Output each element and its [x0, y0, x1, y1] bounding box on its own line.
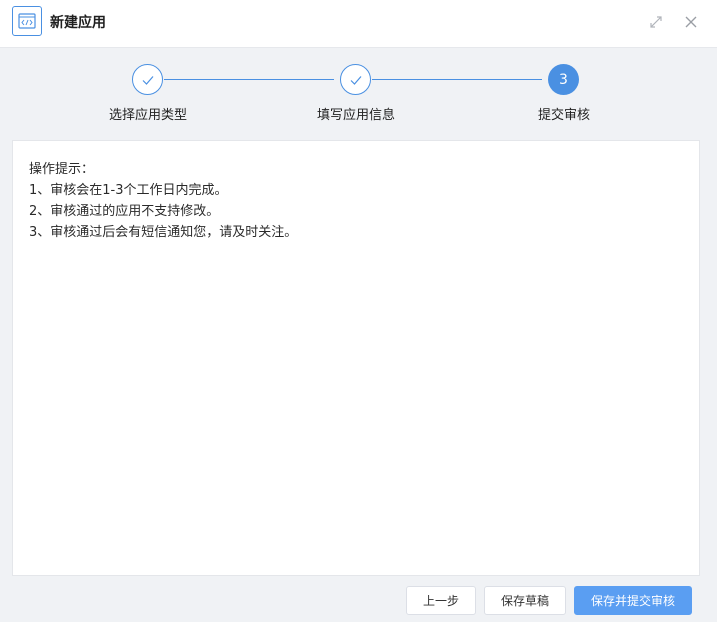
dialog-footer: 上一步 保存草稿 保存并提交审核	[0, 576, 717, 622]
step-2-check-icon	[340, 64, 371, 95]
dialog-title: 新建应用	[50, 15, 106, 31]
close-icon	[685, 16, 697, 28]
save-draft-button[interactable]: 保存草稿	[484, 586, 566, 615]
tip-line: 2、审核通过的应用不支持修改。	[29, 204, 220, 219]
tip-line: 3、审核通过后会有短信通知您，请及时关注。	[29, 225, 298, 240]
expand-icon	[650, 16, 662, 28]
close-button[interactable]	[681, 12, 701, 32]
code-icon	[12, 6, 42, 36]
step-3-label: 提交审核	[537, 108, 591, 123]
step-3-number: 3	[548, 64, 579, 95]
prev-step-button[interactable]: 上一步	[406, 586, 476, 615]
step-1-label: 选择应用类型	[108, 108, 188, 123]
step-progress: 选择应用类型 填写应用信息 3 提交审核	[0, 48, 717, 140]
step-2-label: 填写应用信息	[316, 108, 396, 123]
maximize-button[interactable]	[646, 12, 666, 32]
step-connector	[164, 79, 334, 80]
step-connector	[372, 79, 542, 80]
step-1-check-icon	[132, 64, 163, 95]
tips-heading: 操作提示：	[29, 162, 95, 177]
dialog-header: 新建应用	[0, 0, 717, 48]
tips-panel: 操作提示： 1、审核会在1-3个工作日内完成。 2、审核通过的应用不支持修改。 …	[12, 140, 700, 576]
save-and-submit-button[interactable]: 保存并提交审核	[574, 586, 692, 615]
tip-line: 1、审核会在1-3个工作日内完成。	[29, 183, 228, 198]
